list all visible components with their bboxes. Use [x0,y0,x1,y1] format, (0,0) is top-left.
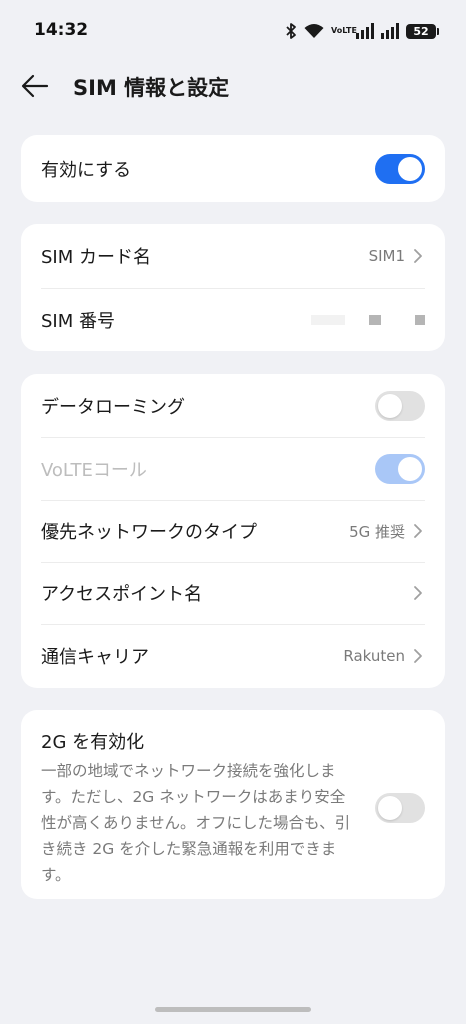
carrier-value: Rakuten [343,647,405,665]
signal-icon-sim2 [381,23,399,39]
volte-icon: Vo LTE [331,26,357,35]
toggle-knob [378,796,402,820]
signal-icon-sim1 [356,23,374,39]
apn-label: アクセスポイント名 [41,584,203,605]
enable-2g-card: 2G を有効化 一部の地域でネットワーク接続を強化します。ただし、2G ネットワ… [21,710,445,899]
toggle-knob [378,393,402,418]
sim-name-value: SIM1 [368,247,405,265]
preferred-network-value: 5G 推奨 [349,522,405,541]
enable-card: 有効にする [21,135,445,202]
enable-2g-toggle[interactable] [375,793,425,823]
battery-level: 52 [413,24,429,38]
sim-number-label: SIM 番号 [41,310,115,332]
back-arrow-icon[interactable] [20,72,50,100]
volte-bottom-text: LTE [342,26,357,35]
chevron-right-icon [411,523,425,539]
network-card: データローミング VoLTEコール 優先ネットワークのタイプ 5G 推奨 アクセ… [21,374,445,688]
sim-info-card: SIM カード名 SIM1 SIM 番号 [21,224,445,351]
volte-toggle [375,453,425,484]
volte-top-text: Vo [331,26,343,35]
data-roaming-toggle[interactable] [375,390,425,421]
status-icons: Vo LTE 52 [285,20,439,42]
data-roaming-row[interactable]: データローミング [21,374,445,437]
enable-row[interactable]: 有効にする [21,135,445,202]
bluetooth-icon [285,22,297,40]
preferred-network-row[interactable]: 優先ネットワークのタイプ 5G 推奨 [21,500,445,562]
home-indicator[interactable] [155,1007,311,1012]
sim-number-masked [311,314,425,325]
enable-toggle[interactable] [375,153,425,184]
page-title: SIM 情報と設定 [73,76,230,100]
data-roaming-label: データローミング [41,396,185,418]
sim-name-label: SIM カード名 [41,247,151,268]
wifi-icon [304,23,324,39]
status-bar: 14:32 Vo LTE 52 [0,0,466,62]
enable-2g-description: 一部の地域でネットワーク接続を強化します。ただし、2G ネットワークはあまり安全… [41,762,351,884]
chevron-right-icon [411,248,425,264]
apn-row[interactable]: アクセスポイント名 [21,562,445,624]
enable-label: 有効にする [41,159,132,181]
carrier-row[interactable]: 通信キャリア Rakuten [21,624,445,688]
toggle-knob [398,156,422,181]
sim-number-row: SIM 番号 [21,288,445,351]
enable-2g-text: 2G を有効化 一部の地域でネットワーク接続を強化します。ただし、2G ネットワ… [41,728,375,888]
carrier-label: 通信キャリア [41,647,149,668]
chevron-right-icon [411,648,425,664]
enable-2g-row[interactable]: 2G を有効化 一部の地域でネットワーク接続を強化します。ただし、2G ネットワ… [21,710,445,904]
chevron-right-icon [411,585,425,601]
toggle-knob [398,456,422,481]
header: SIM 情報と設定 [0,62,466,110]
preferred-network-label: 優先ネットワークのタイプ [41,522,257,543]
battery-icon: 52 [406,23,439,39]
volte-row: VoLTEコール [21,437,445,500]
status-time: 14:32 [34,20,89,40]
sim-name-row[interactable]: SIM カード名 SIM1 [21,224,445,288]
volte-label: VoLTEコール [41,459,147,481]
enable-2g-title: 2G を有効化 [41,732,145,753]
